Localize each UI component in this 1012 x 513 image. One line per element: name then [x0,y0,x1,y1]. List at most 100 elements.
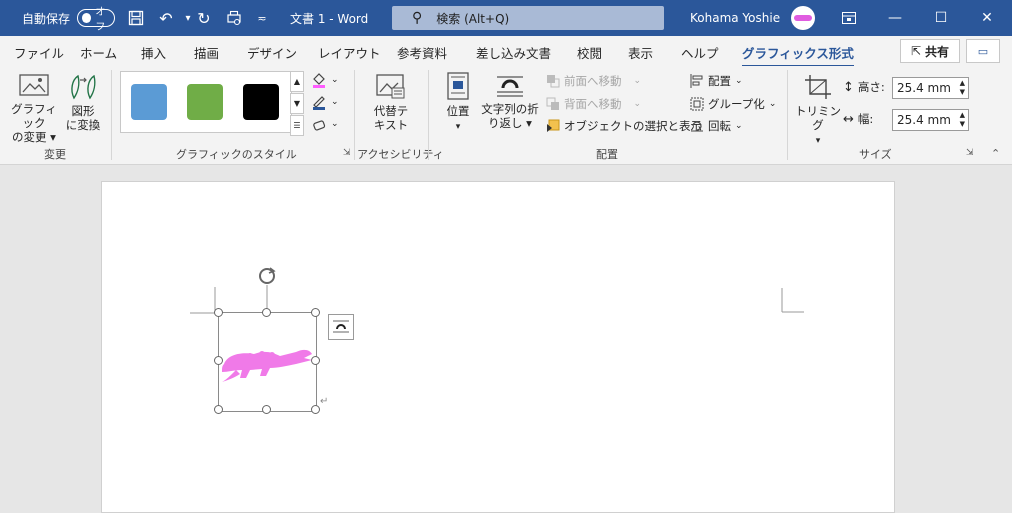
group-label-size: サイズ [859,148,892,161]
maximize-icon[interactable]: ☐ [918,0,964,36]
selection-pane-button[interactable]: オブジェクトの選択と表示 [546,118,702,134]
chevron-down-icon: ⌄ [331,97,339,107]
convert-shape-icon [71,74,96,100]
crocodile-icon[interactable] [220,342,314,384]
ribbon-tabs: ファイル ホーム 挿入 描画 デザイン レイアウト 参考資料 差し込み文書 校閲… [0,36,1012,68]
search-placeholder: 検索 (Alt+Q) [436,11,510,26]
width-value: 25.4 mm [897,113,951,127]
save-icon[interactable] [124,0,148,36]
width-row: ↔ 幅: [843,111,873,127]
style-swatch-blue[interactable] [131,84,167,120]
position-button[interactable]: 位置 ▾ [438,72,478,134]
resize-handle-top-right[interactable] [311,308,320,317]
chevron-down-icon: ⌄ [633,76,642,86]
wrap-text-button[interactable]: 文字列の折 り返し ▾ [478,74,542,130]
tab-insert[interactable]: 挿入 [141,43,166,62]
width-icon: ↔ [843,111,854,127]
tab-review[interactable]: 校閲 [577,43,602,62]
alt-text-button[interactable]: 代替テ キスト [364,74,418,132]
width-field[interactable]: 25.4 mm ▲ ▼ [892,109,969,131]
tab-mailings[interactable]: 差し込み文書 [476,43,551,62]
dialog-launcher-icon[interactable]: ⇲ [966,148,974,158]
document-page[interactable]: ↵ [101,181,895,513]
chevron-down-icon: ⌄ [735,121,743,131]
resize-handle-bottom[interactable] [262,405,271,414]
tab-references[interactable]: 参考資料 [397,43,447,62]
gallery-down-icon[interactable]: ▼ [290,93,304,114]
crop-icon [805,75,831,99]
group-button[interactable]: グループ化 ⌄ [690,96,776,112]
change-graphic-label-2: の変更 ▾ [12,130,56,144]
print-preview-icon[interactable] [222,0,246,36]
redo-icon[interactable]: ↻ [192,0,216,36]
autosave-toggle[interactable]: オフ [77,7,115,33]
gallery-more-icon[interactable]: ☰ [290,115,304,136]
tab-help[interactable]: ヘルプ [681,43,719,62]
height-spinner[interactable]: ▲ ▼ [960,79,965,97]
margin-mark-right [781,288,804,313]
change-graphic-label-1: グラフィック [11,102,57,130]
graphic-styles-gallery[interactable] [120,71,292,133]
bring-forward-icon [547,75,560,88]
search-box[interactable]: ⚲ 検索 (Alt+Q) [392,6,664,30]
graphic-effects-button[interactable]: ⌄ [311,116,339,132]
tab-file[interactable]: ファイル [14,43,64,62]
tab-home[interactable]: ホーム [80,43,117,62]
resize-handle-bottom-left[interactable] [214,405,223,414]
group-label-change: 変更 [44,148,66,161]
tab-graphics-format[interactable]: グラフィックス形式 [742,43,854,68]
graphic-outline-button[interactable]: ⌄ [311,94,339,110]
title-bar: 自動保存 オフ ↶ ▾ ↻ ≂ 文書 1 - Word ⚲ 検索 (Alt+Q)… [0,0,1012,36]
group-label-accessibility: アクセシビリティ [357,148,444,161]
graphic-fill-button[interactable]: ⌄ [311,72,339,88]
resize-handle-bottom-right[interactable] [311,405,320,414]
undo-icon[interactable]: ↶ [154,0,178,36]
tab-draw[interactable]: 描画 [194,43,219,62]
position-icon [447,72,469,100]
align-label: 配置 [708,74,731,88]
tab-design[interactable]: デザイン [247,43,297,62]
customize-qat-icon[interactable]: ≂ [250,0,274,36]
close-icon[interactable]: ✕ [964,0,1010,36]
layout-options-button[interactable] [328,314,354,340]
style-swatch-green[interactable] [187,84,223,120]
tab-view[interactable]: 表示 [628,43,653,62]
ribbon-display-options-icon[interactable] [826,0,872,36]
dialog-launcher-icon[interactable]: ⇲ [343,148,351,158]
group-objects-icon [690,97,704,111]
rotate-button[interactable]: 回転 ⌄ [690,118,743,134]
collapse-ribbon-icon[interactable]: ⌃ [991,147,1000,160]
chevron-down-icon: ⌄ [768,99,777,109]
styles-gallery-scroll[interactable]: ▲ ▼ ☰ [290,71,304,136]
avatar[interactable] [791,6,815,30]
chevron-down-icon: ⌄ [331,119,339,129]
bring-forward-label: 前面へ移動 [564,74,622,88]
change-graphic-button[interactable]: グラフィック の変更 ▾ [8,74,60,144]
wrap-text-label-1: 文字列の折 [481,102,539,116]
share-button[interactable]: ⇱ 共有 [900,39,960,63]
gallery-up-icon[interactable]: ▲ [290,71,304,92]
height-field[interactable]: 25.4 mm ▲ ▼ [892,77,969,99]
width-spinner[interactable]: ▲ ▼ [960,111,965,129]
group-label: グループ化 [708,97,765,111]
comments-button[interactable]: ▭ [966,39,1000,63]
rotate-handle-icon[interactable] [256,265,278,309]
convert-to-shape-button[interactable]: 図形 に変換 [62,72,104,132]
crop-button[interactable]: トリミング ▾ [794,74,842,148]
send-backward-button[interactable]: 背面へ移動 ⌄ [546,96,641,112]
group-separator [111,70,112,160]
chevron-down-icon: ⌄ [735,76,743,86]
crop-label: トリミング [795,104,841,132]
group-label-arrange: 配置 [596,148,618,161]
autosave-label: 自動保存 [22,11,71,26]
style-swatch-black[interactable] [243,84,279,120]
resize-handle-top[interactable] [262,308,271,317]
minimize-icon[interactable]: — [872,0,918,36]
resize-handle-top-left[interactable] [214,308,223,317]
bring-forward-button[interactable]: 前面へ移動 ⌄ [546,73,641,89]
height-value: 25.4 mm [897,81,951,95]
tab-layout[interactable]: レイアウト [318,43,381,62]
align-button[interactable]: 配置 ⌄ [690,73,743,89]
user-name[interactable]: Kohama Yoshie [690,0,780,36]
crop-chevron: ▾ [815,136,821,146]
